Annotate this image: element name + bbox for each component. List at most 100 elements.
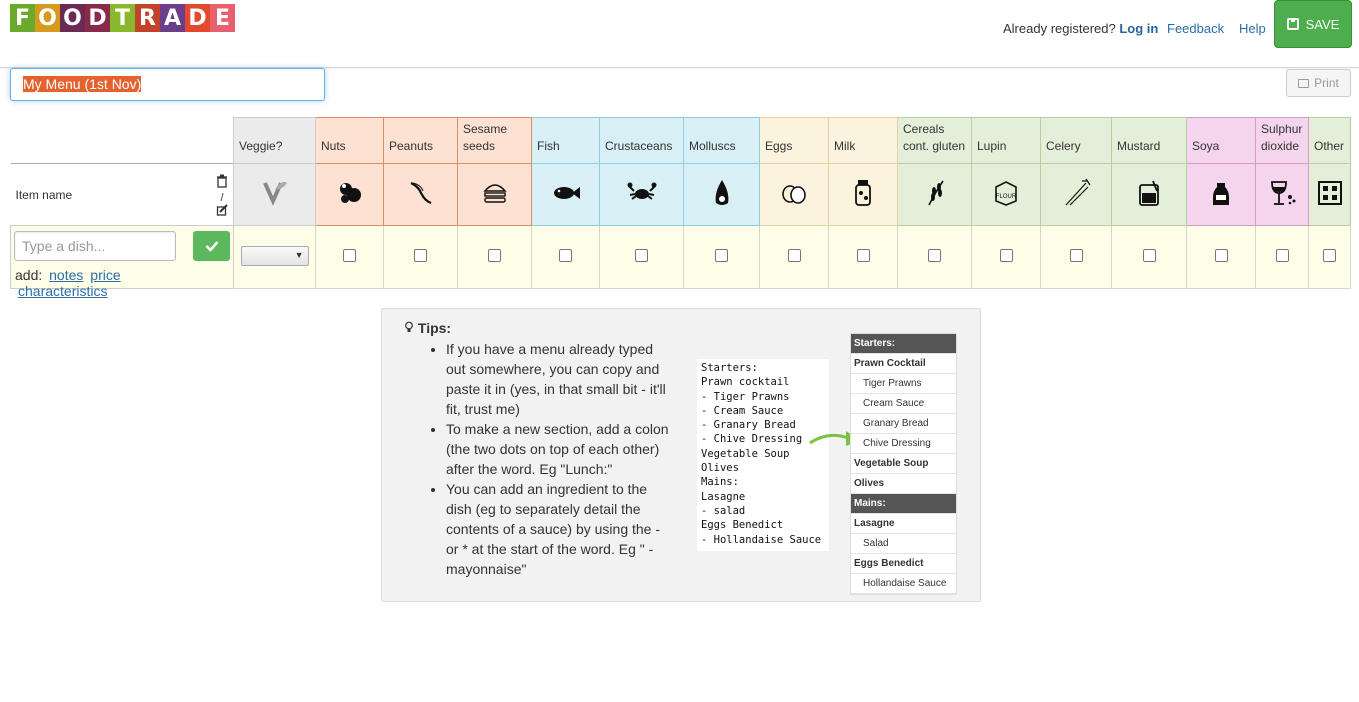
column-header-veggie: Veggie?: [233, 117, 316, 164]
allergen-checkbox-nuts[interactable]: [343, 249, 356, 262]
column-header-other: Other: [1308, 117, 1351, 164]
allergen-checkbox-mustard[interactable]: [1142, 249, 1156, 262]
lupin-box-icon: FLOUR: [990, 181, 1022, 212]
preview-row-ing: Tiger Prawns: [851, 374, 956, 394]
allergen-cell-eggs: [759, 225, 829, 289]
allergen-cell-mustard: [1111, 225, 1187, 289]
nuts-icon: [334, 183, 366, 212]
allergen-cell-sulphur-dioxide: [1255, 225, 1309, 289]
column-icon-cell-molluscs: [683, 163, 760, 226]
trash-icon[interactable]: [217, 174, 228, 188]
celery-icon: [1060, 178, 1092, 212]
allergen-checkbox-cereals-cont-gluten[interactable]: [928, 249, 941, 262]
allergen-checkbox-eggs[interactable]: [787, 249, 801, 262]
tips-title: Tips:: [417, 320, 452, 336]
column-header-nuts: Nuts: [315, 117, 384, 164]
lightbulb-icon: [405, 321, 413, 332]
feedback-link[interactable]: Feedback: [1167, 21, 1224, 36]
allergen-checkbox-molluscs[interactable]: [715, 249, 728, 262]
add-label: add:: [15, 267, 43, 283]
logo-letter: R: [135, 4, 160, 32]
slash-separator: /: [221, 192, 225, 204]
grid-dots-icon: [1314, 181, 1346, 212]
column-header-celery: Celery: [1040, 117, 1112, 164]
logo-letter: F: [10, 4, 35, 32]
preview-row-ing: Cream Sauce: [851, 394, 956, 414]
edit-icon[interactable]: [217, 204, 228, 216]
allergen-checkbox-fish[interactable]: [559, 249, 572, 262]
allergen-cell-cereals-cont-gluten: [897, 225, 972, 289]
column-header-sesame-seeds: Sesame seeds: [457, 117, 532, 164]
preview-row-ing: Salad: [851, 534, 956, 554]
column-header-soya: Soya: [1186, 117, 1256, 164]
confirm-dish-button[interactable]: [193, 231, 230, 261]
crab-icon: [626, 182, 658, 212]
row-tools: /: [217, 174, 228, 216]
column-header-mustard: Mustard: [1111, 117, 1187, 164]
add-price-link[interactable]: price: [90, 267, 120, 283]
help-link[interactable]: Help: [1239, 21, 1266, 36]
logo-letter: O: [60, 4, 85, 32]
allergen-checkbox-lupin[interactable]: [999, 249, 1013, 262]
leaf-v-icon: [259, 181, 291, 212]
column-icon-cell-cereals-cont-gluten: [897, 163, 972, 226]
tips-list: If you have a menu already typed out som…: [412, 339, 670, 579]
login-link[interactable]: Log in: [1119, 21, 1158, 36]
logo-letter: D: [85, 4, 110, 32]
menu-title-text: My Menu (1st Nov): [23, 76, 142, 92]
preview-row-sec: Starters:: [851, 334, 956, 354]
allergen-checkbox-celery[interactable]: [1069, 249, 1083, 262]
allergen-checkbox-crustaceans[interactable]: [635, 249, 648, 262]
add-notes-link[interactable]: notes: [49, 267, 83, 283]
preview-row-dish: Olives: [851, 474, 956, 494]
preview-row-ing: Hollandaise Sauce: [851, 574, 956, 594]
column-icon-cell-crustaceans: [599, 163, 684, 226]
logo-letter: D: [185, 4, 210, 32]
column-icon-cell-soya: [1186, 163, 1256, 226]
column-header-peanuts: Peanuts: [383, 117, 458, 164]
example-formatted-menu: Starters: Prawn Cocktail Tiger Prawns Cream…: [850, 333, 957, 595]
logo-letter: E: [210, 4, 235, 32]
allergen-cell-fish: [531, 225, 600, 289]
shell-icon: [706, 180, 738, 212]
column-header-molluscs: Molluscs: [683, 117, 760, 164]
add-options: add: notes price characteristics: [15, 267, 212, 299]
allergen-cell-celery: [1040, 225, 1112, 289]
column-header-crustaceans: Crustaceans: [599, 117, 684, 164]
foodtrade-logo[interactable]: FOODTRADE: [10, 4, 235, 32]
veggie-select[interactable]: [240, 245, 309, 266]
print-label: Print: [1314, 76, 1339, 90]
burger-bun-icon: [479, 184, 511, 212]
soy-sauce-icon: [1205, 183, 1237, 212]
blank-header: [11, 118, 212, 164]
dish-entry-cell: Type a dish... add: notes price characte…: [10, 225, 230, 299]
preview-row-dish: Vegetable Soup: [851, 454, 956, 474]
login-nav: Already registered? Log in: [1003, 21, 1158, 36]
print-button[interactable]: Print: [1286, 69, 1351, 97]
add-characteristics-link[interactable]: characteristics: [18, 283, 107, 299]
allergen-checkbox-peanuts[interactable]: [414, 249, 427, 262]
allergen-cell-milk: [828, 225, 898, 289]
dish-input[interactable]: Type a dish...: [14, 231, 176, 261]
row-actions: /: [211, 163, 234, 226]
logo-letter: A: [160, 4, 185, 32]
allergen-checkbox-milk[interactable]: [856, 249, 870, 262]
wheat-icon: [919, 180, 951, 212]
column-icon-cell-nuts: [315, 163, 384, 226]
column-icon-cell-mustard: [1111, 163, 1187, 226]
column-header-eggs: Eggs: [759, 117, 829, 164]
allergen-checkbox-other[interactable]: [1323, 249, 1336, 262]
allergen-cell-crustaceans: [599, 225, 684, 289]
allergen-cell-sesame-seeds: [457, 225, 532, 289]
allergen-checkbox-soya[interactable]: [1214, 249, 1228, 262]
column-header-cereals-cont-gluten: Cereals cont. gluten: [897, 117, 972, 164]
allergen-checkbox-sulphur-dioxide[interactable]: [1275, 249, 1289, 262]
allergen-table: Veggie? Nuts Peanuts Sesame seeds Fish Crusta…: [10, 117, 1351, 299]
menu-title-input[interactable]: My Menu (1st Nov): [10, 68, 325, 101]
allergen-checkbox-sesame-seeds[interactable]: [488, 249, 501, 262]
wine-glass-icon: [1266, 181, 1298, 212]
save-button[interactable]: SAVE: [1274, 0, 1352, 48]
logo-letter: O: [35, 4, 60, 32]
example-plain-text: Starters: Prawn cocktail - Tiger Prawns …: [697, 359, 829, 551]
preview-row-dish: Lasagne: [851, 514, 956, 534]
